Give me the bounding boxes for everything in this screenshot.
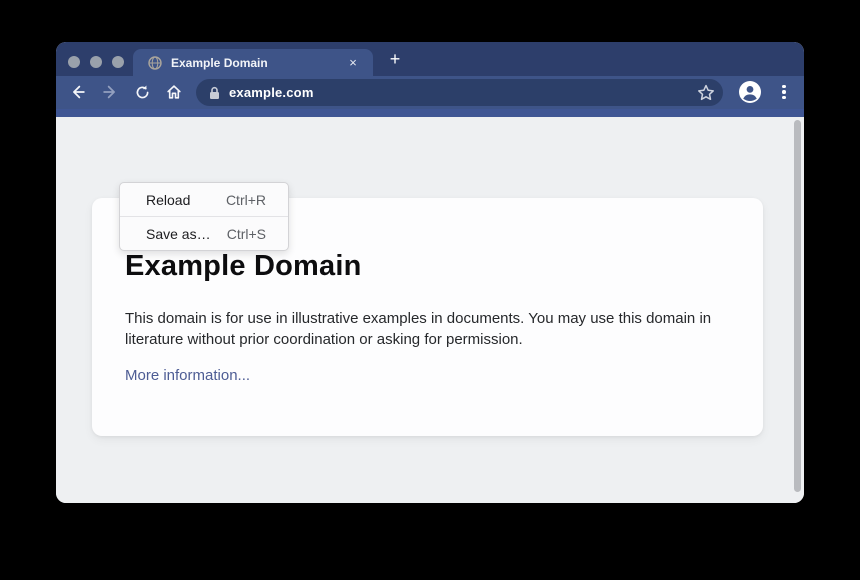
window-close-button[interactable] bbox=[68, 56, 80, 68]
window-maximize-button[interactable] bbox=[112, 56, 124, 68]
window-minimize-button[interactable] bbox=[90, 56, 102, 68]
back-icon[interactable] bbox=[66, 80, 90, 104]
new-tab-button[interactable]: + bbox=[384, 49, 406, 71]
toolbar: example.com bbox=[56, 76, 804, 109]
page-viewport: Example Domain This domain is for use in… bbox=[56, 117, 804, 503]
tab-close-icon[interactable]: × bbox=[345, 55, 361, 71]
more-information-link[interactable]: More information... bbox=[125, 367, 250, 384]
menu-item-label: Reload bbox=[146, 192, 190, 208]
address-bar[interactable]: example.com bbox=[196, 79, 723, 106]
context-menu-item-reload[interactable]: Reload Ctrl+R bbox=[120, 183, 288, 216]
browser-window: Example Domain × + bbox=[56, 42, 804, 503]
titlebar[interactable]: Example Domain × + bbox=[56, 42, 804, 76]
menu-item-shortcut: Ctrl+R bbox=[226, 192, 266, 208]
context-menu: Reload Ctrl+R Save as… Ctrl+S bbox=[119, 182, 289, 251]
bookmark-star-icon[interactable] bbox=[696, 83, 716, 103]
toolbar-accent-strip bbox=[56, 109, 804, 117]
lock-icon[interactable] bbox=[209, 86, 220, 100]
globe-favicon-icon bbox=[148, 56, 162, 70]
context-menu-item-save-as[interactable]: Save as… Ctrl+S bbox=[120, 217, 288, 250]
page-paragraph: This domain is for use in illustrative e… bbox=[125, 308, 713, 350]
url-text[interactable]: example.com bbox=[229, 85, 696, 100]
reload-icon[interactable] bbox=[130, 80, 154, 104]
desktop-background: Example Domain × + bbox=[0, 0, 860, 580]
home-icon[interactable] bbox=[162, 80, 186, 104]
menu-item-shortcut: Ctrl+S bbox=[227, 226, 266, 242]
profile-avatar-icon[interactable] bbox=[738, 80, 762, 104]
browser-menu-icon[interactable] bbox=[778, 81, 790, 103]
forward-icon[interactable] bbox=[98, 80, 122, 104]
tab-title: Example Domain bbox=[171, 56, 345, 70]
tab-example-domain[interactable]: Example Domain × bbox=[133, 49, 373, 76]
menu-item-label: Save as… bbox=[146, 226, 211, 242]
page-title: Example Domain bbox=[125, 250, 718, 283]
scrollbar[interactable] bbox=[794, 120, 801, 492]
